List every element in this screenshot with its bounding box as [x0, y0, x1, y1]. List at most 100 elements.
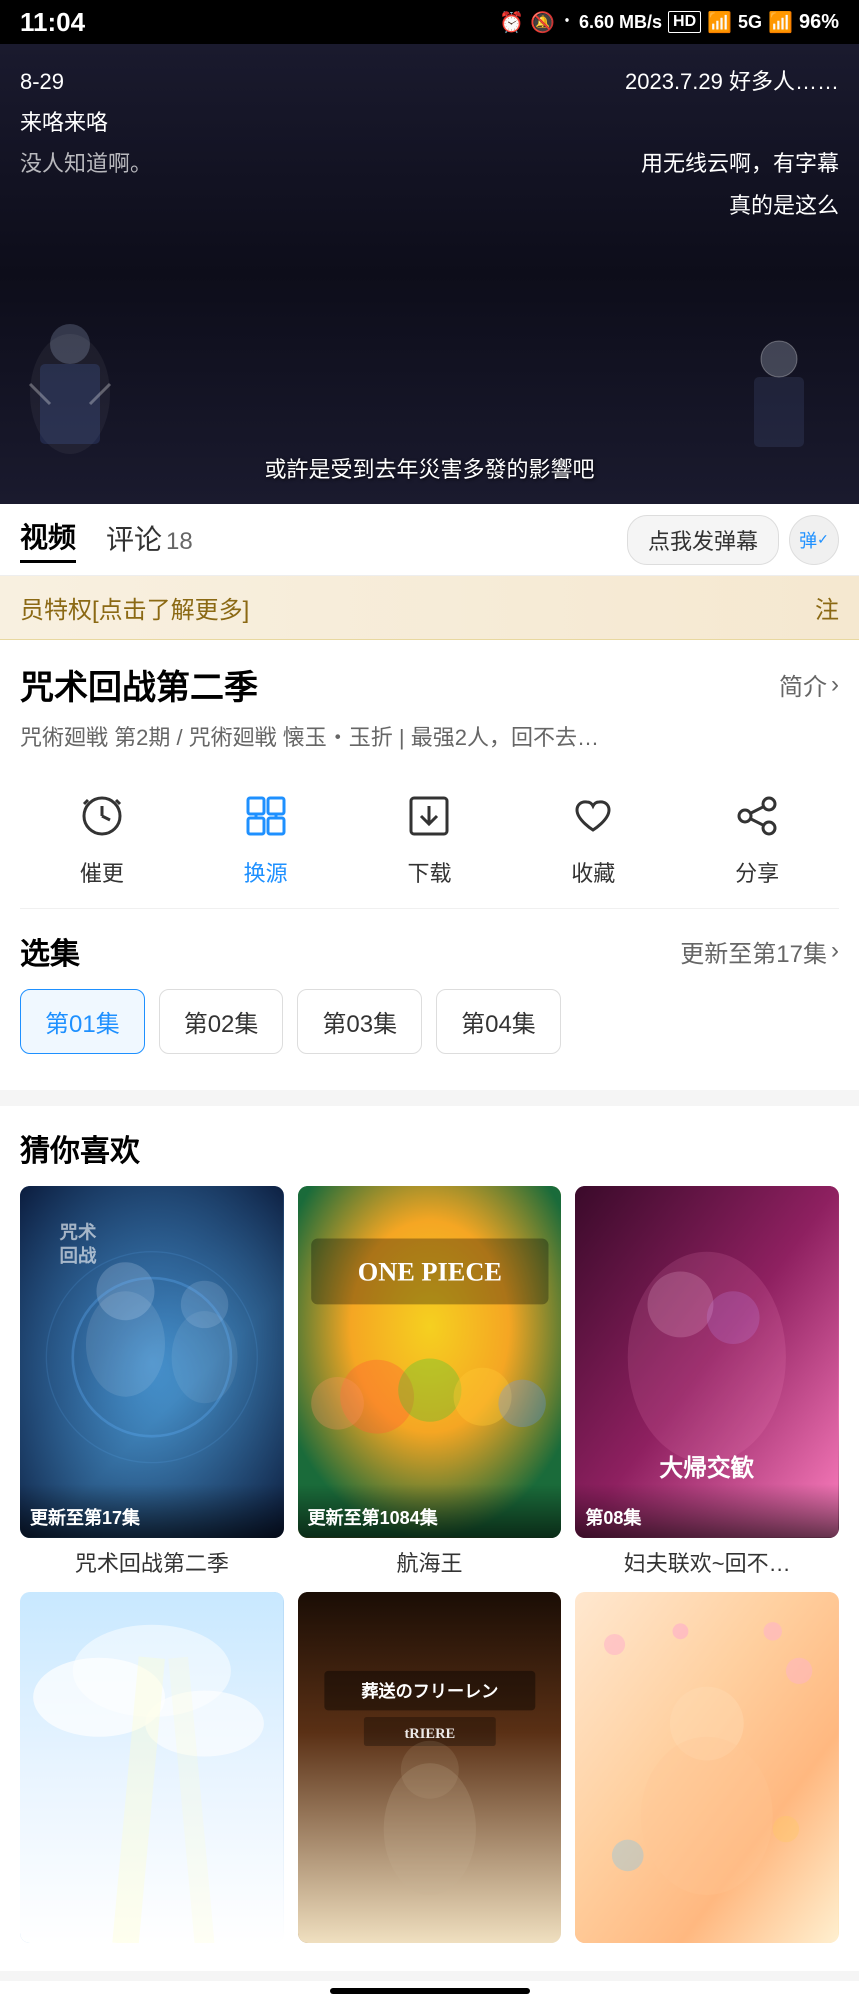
download-label: 下载 — [407, 856, 451, 888]
status-icons: ⏰ 🔕 ᛫ 6.60 MB/s HD 📶 5G 📶 96% — [499, 10, 839, 35]
episode-list: 第01集 第02集 第03集 第04集 — [20, 989, 839, 1060]
thumb-badge-2: 更新至第1084集 — [308, 1508, 438, 1528]
danmu-right-3: 用无线云啊，有字幕 — [641, 146, 839, 181]
danmu-left-3: 没人知道啊。 — [20, 146, 152, 181]
danmu-overlay: 8-29 2023.7.29 好多人…… 来咯来咯 没人知道啊。 用无线云啊，有… — [0, 44, 859, 504]
alarm-icon: ⏰ — [499, 10, 524, 35]
recommend-item-3[interactable]: 大帰交歓 第08集 妇夫联欢~回不… — [575, 1186, 839, 1578]
signal5g-icon: 5G — [738, 12, 762, 33]
action-share[interactable]: 分享 — [725, 784, 789, 888]
bottom-bar — [0, 1981, 859, 2011]
episode-btn-3[interactable]: 第03集 — [297, 989, 422, 1054]
recommend-title: 猜你喜欢 — [20, 1126, 839, 1170]
svg-text:咒术: 咒术 — [60, 1222, 97, 1243]
heart-icon — [561, 784, 625, 848]
download-icon — [397, 784, 461, 848]
tab-bar: 视频 评论18 点我发弹幕 弹 ✓ — [0, 504, 859, 576]
remind-label: 催更 — [80, 856, 124, 888]
danmu-input-btn[interactable]: 点我发弹幕 — [627, 515, 779, 565]
battery-icon: 96% — [799, 11, 839, 34]
recommend-item-1[interactable]: 咒术 回战 更新至第17集 咒术回战第二季 — [20, 1186, 284, 1578]
recommend-item-2[interactable]: ONE PIECE 更新至第1084集 航海王 — [298, 1186, 562, 1578]
recommend-name-2: 航海王 — [298, 1546, 562, 1578]
mute-icon: 🔕 — [530, 10, 555, 35]
tab-comment[interactable]: 评论18 — [106, 518, 193, 562]
recommend-thumb-4 — [20, 1592, 284, 1944]
recommend-thumb-1: 咒术 回战 更新至第17集 — [20, 1186, 284, 1538]
intro-button[interactable]: 简介 › — [779, 667, 839, 702]
danmu-controls: 点我发弹幕 弹 ✓ — [627, 515, 839, 565]
video-player[interactable]: 8-29 2023.7.29 好多人…… 来咯来咯 没人知道啊。 用无线云啊，有… — [0, 44, 859, 504]
action-remind[interactable]: 催更 — [70, 784, 134, 888]
share-icon — [725, 784, 789, 848]
episode-header: 选集 更新至第17集 › — [20, 929, 839, 973]
recommend-item-6[interactable] — [575, 1592, 839, 1952]
danmu-bullet-icon: 弹 — [799, 527, 817, 553]
danmu-row-1: 8-29 2023.7.29 好多人…… — [20, 64, 839, 99]
action-source[interactable]: 换源 — [234, 784, 298, 888]
bluetooth-icon: ᛫ — [561, 11, 573, 34]
favorite-label: 收藏 — [571, 856, 615, 888]
network-speed: 6.60 MB/s — [579, 12, 662, 33]
recommend-thumb-2: ONE PIECE 更新至第1084集 — [298, 1186, 562, 1538]
wifi-icon: 📶 — [707, 10, 732, 35]
video-background: 8-29 2023.7.29 好多人…… 来咯来咯 没人知道啊。 用无线云啊，有… — [0, 44, 859, 504]
title-row: 咒术回战第二季 简介 › — [20, 660, 839, 709]
video-subtitle: 或許是受到去年災害多發的影響吧 — [0, 452, 859, 484]
anime-title: 咒术回战第二季 — [20, 660, 258, 709]
chevron-right-icon-ep: › — [831, 937, 839, 965]
danmu-left-1: 8-29 — [20, 64, 64, 99]
thumb-badge-1: 更新至第17集 — [30, 1508, 140, 1528]
thumb-overlay-3: 第08集 — [575, 1484, 839, 1538]
episode-section: 选集 更新至第17集 › 第01集 第02集 第03集 第04集 — [20, 909, 839, 1070]
checkmark-icon: ✓ — [817, 531, 829, 548]
action-download[interactable]: 下载 — [397, 784, 461, 888]
thumb-overlay-2: 更新至第1084集 — [298, 1484, 562, 1538]
signal-icon: 📶 — [768, 10, 793, 35]
status-time: 11:04 — [20, 7, 85, 38]
clock-icon — [70, 784, 134, 848]
danmu-row-4: 真的是这么 — [20, 188, 839, 223]
danmu-icon-button[interactable]: 弹 ✓ — [789, 515, 839, 565]
action-buttons-row: 催更 换源 — [20, 774, 839, 909]
tab-video[interactable]: 视频 — [20, 516, 76, 563]
danmu-row-2: 来咯来咯 — [20, 105, 839, 140]
recommend-name-1: 咒术回战第二季 — [20, 1546, 284, 1578]
danmu-right-4: 真的是这么 — [729, 188, 839, 223]
member-banner-text: 员特权[点击了解更多] — [20, 590, 249, 625]
anime-info-section: 咒术回战第二季 简介 › 咒術廻戦 第2期 / 咒術廻戦 懐玉・玉折 | 最强2… — [0, 640, 859, 1090]
member-banner-right: 注 — [815, 590, 839, 625]
source-icon — [234, 784, 298, 848]
thumb-badge-3: 第08集 — [585, 1508, 641, 1528]
recommend-item-4[interactable] — [20, 1592, 284, 1952]
danmu-right-1: 2023.7.29 好多人…… — [625, 64, 839, 99]
svg-text:回战: 回战 — [60, 1245, 97, 1266]
danmu-row-3: 没人知道啊。 用无线云啊，有字幕 — [20, 146, 839, 181]
recommend-name-3: 妇夫联欢~回不… — [575, 1546, 839, 1578]
svg-text:葬送のフリーレン: 葬送のフリーレン — [361, 1681, 498, 1701]
svg-text:ONE PIECE: ONE PIECE — [357, 1258, 501, 1287]
episode-more-btn[interactable]: 更新至第17集 › — [680, 934, 839, 969]
anime-tags: 咒術廻戦 第2期 / 咒術廻戦 懐玉・玉折 | 最强2人，回不去… — [20, 721, 839, 754]
episode-btn-4[interactable]: 第04集 — [436, 989, 561, 1054]
hd-badge: HD — [668, 11, 701, 33]
member-banner[interactable]: 员特权[点击了解更多] 注 — [0, 576, 859, 640]
thumb-overlay-1: 更新至第17集 — [20, 1484, 284, 1538]
svg-text:tRIERE: tRIERE — [404, 1726, 455, 1742]
recommend-thumb-3: 大帰交歓 第08集 — [575, 1186, 839, 1538]
recommend-thumb-5: 葬送のフリーレン tRIERE — [298, 1592, 562, 1944]
recommend-grid: 咒术 回战 更新至第17集 咒术回战第二季 — [20, 1186, 839, 1951]
action-favorite[interactable]: 收藏 — [561, 784, 625, 888]
danmu-left-2: 来咯来咯 — [20, 105, 108, 140]
svg-text:大帰交歓: 大帰交歓 — [660, 1454, 755, 1482]
recommend-thumb-6 — [575, 1592, 839, 1944]
home-indicator[interactable] — [330, 1988, 530, 1994]
episode-btn-2[interactable]: 第02集 — [159, 989, 284, 1054]
share-label: 分享 — [735, 856, 779, 888]
chevron-right-icon: › — [831, 671, 839, 699]
recommend-item-5[interactable]: 葬送のフリーレン tRIERE — [298, 1592, 562, 1952]
episode-btn-1[interactable]: 第01集 — [20, 989, 145, 1054]
source-label: 换源 — [244, 856, 288, 888]
status-bar: 11:04 ⏰ 🔕 ᛫ 6.60 MB/s HD 📶 5G 📶 96% — [0, 0, 859, 44]
recommend-section: 猜你喜欢 — [0, 1106, 859, 1971]
